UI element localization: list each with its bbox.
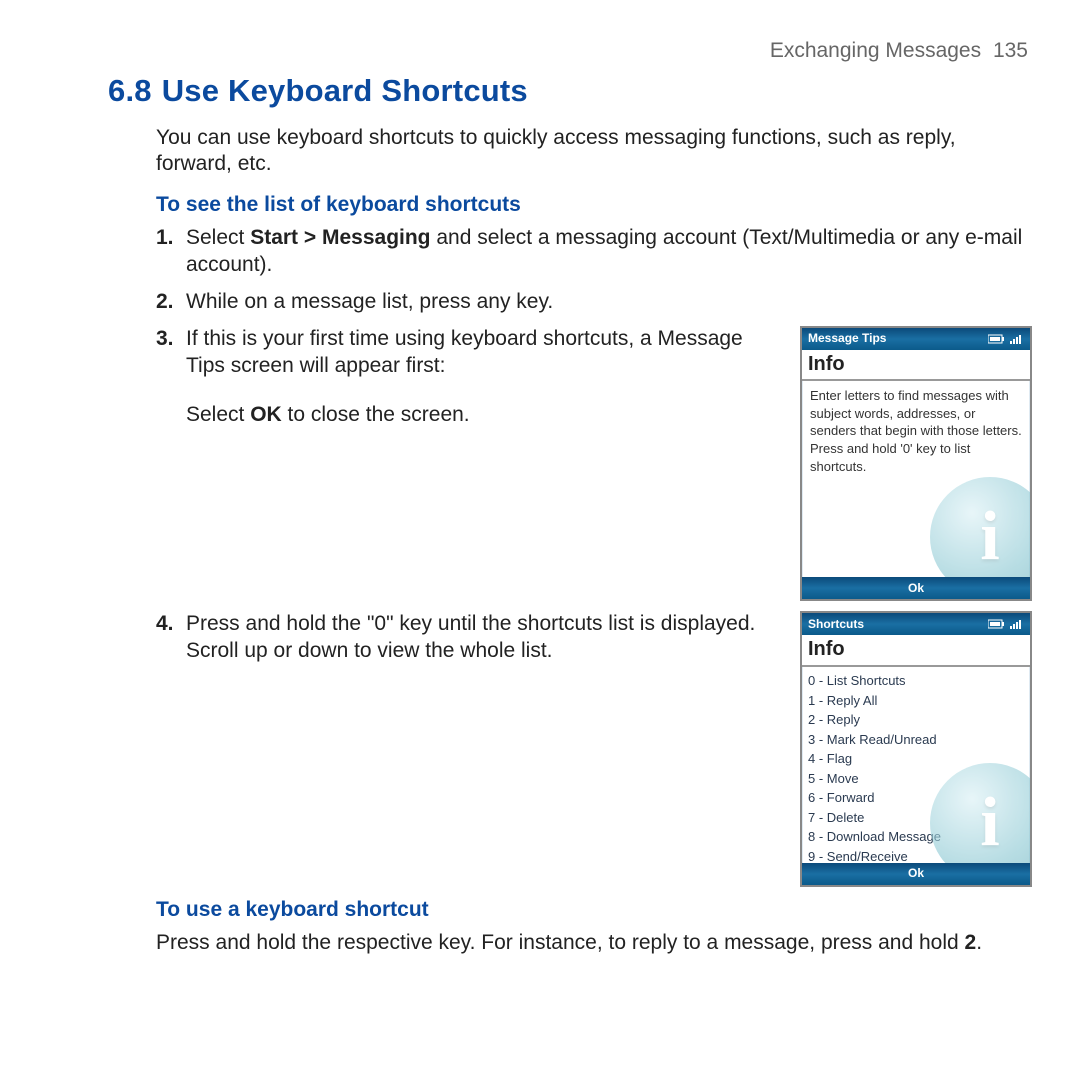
phone-heading: Info <box>802 350 1030 382</box>
step-text: While on a message list, press any key. <box>186 290 553 313</box>
intro-paragraph: You can use keyboard shortcuts to quickl… <box>156 125 1032 179</box>
ok-softkey[interactable]: Ok <box>908 581 924 596</box>
step-number: 3. <box>156 326 174 353</box>
step-extra: Select OK to close the screen. <box>186 402 782 429</box>
phone-titlebar: Shortcuts <box>802 613 1030 635</box>
phone-softkey-bar: Ok <box>802 863 1030 885</box>
subheading-see-list: To see the list of keyboard shortcuts <box>156 192 1032 219</box>
signal-icon <box>1010 334 1024 344</box>
subheading-use-shortcut: To use a keyboard shortcut <box>156 897 1032 924</box>
section-title: Use Keyboard Shortcuts <box>162 73 528 108</box>
phone-title: Shortcuts <box>808 617 864 632</box>
chapter-name: Exchanging Messages <box>770 39 981 62</box>
section-heading: 6.8 Use Keyboard Shortcuts <box>108 71 1032 111</box>
step-1: 1. Select Start > Messaging and select a… <box>156 225 1032 279</box>
step-text: If this is your first time using keyboar… <box>186 326 782 380</box>
battery-icon <box>988 619 1006 629</box>
list-item: 3 - Mark Read/Unread <box>808 730 1024 750</box>
signal-icon <box>1010 619 1024 629</box>
phone-softkey-bar: Ok <box>802 577 1030 599</box>
status-icons <box>988 334 1024 344</box>
step-2: 2. While on a message list, press any ke… <box>156 289 1032 316</box>
phone-screenshot-shortcuts: Shortcuts Info 0 - List Shortcuts 1 <box>800 611 1032 887</box>
step-number: 1. <box>156 225 174 252</box>
phone-titlebar: Message Tips <box>802 328 1030 350</box>
page-number: 135 <box>993 39 1028 62</box>
running-header: Exchanging Messages 135 <box>108 38 1032 65</box>
phone-screenshot-message-tips: Message Tips Info Enter letters to find … <box>800 326 1032 602</box>
step-3: 3. If this is your first time using keyb… <box>156 326 1032 602</box>
ok-softkey[interactable]: Ok <box>908 866 924 881</box>
list-item: 1 - Reply All <box>808 691 1024 711</box>
section-number: 6.8 <box>108 73 152 108</box>
status-icons <box>988 619 1024 629</box>
use-paragraph: Press and hold the respective key. For i… <box>156 930 1032 957</box>
step-number: 2. <box>156 289 174 316</box>
phone-title: Message Tips <box>808 331 886 346</box>
phone-heading: Info <box>802 635 1030 667</box>
steps-list: 1. Select Start > Messaging and select a… <box>156 225 1032 887</box>
info-icon: i <box>930 477 1030 577</box>
step-text: Press and hold the "0" key until the sho… <box>186 611 782 665</box>
battery-icon <box>988 334 1006 344</box>
step-4: 4. Press and hold the "0" key until the … <box>156 611 1032 887</box>
list-item: 2 - Reply <box>808 710 1024 730</box>
list-item: 0 - List Shortcuts <box>808 671 1024 691</box>
step-text: Select Start > Messaging and select a me… <box>186 226 1022 276</box>
step-number: 4. <box>156 611 174 638</box>
phone-body: 0 - List Shortcuts 1 - Reply All 2 - Rep… <box>802 667 1030 863</box>
info-icon: i <box>930 763 1030 863</box>
tip-text: Enter letters to find messages with subj… <box>810 387 1022 475</box>
phone-body: Enter letters to find messages with subj… <box>802 381 1030 577</box>
